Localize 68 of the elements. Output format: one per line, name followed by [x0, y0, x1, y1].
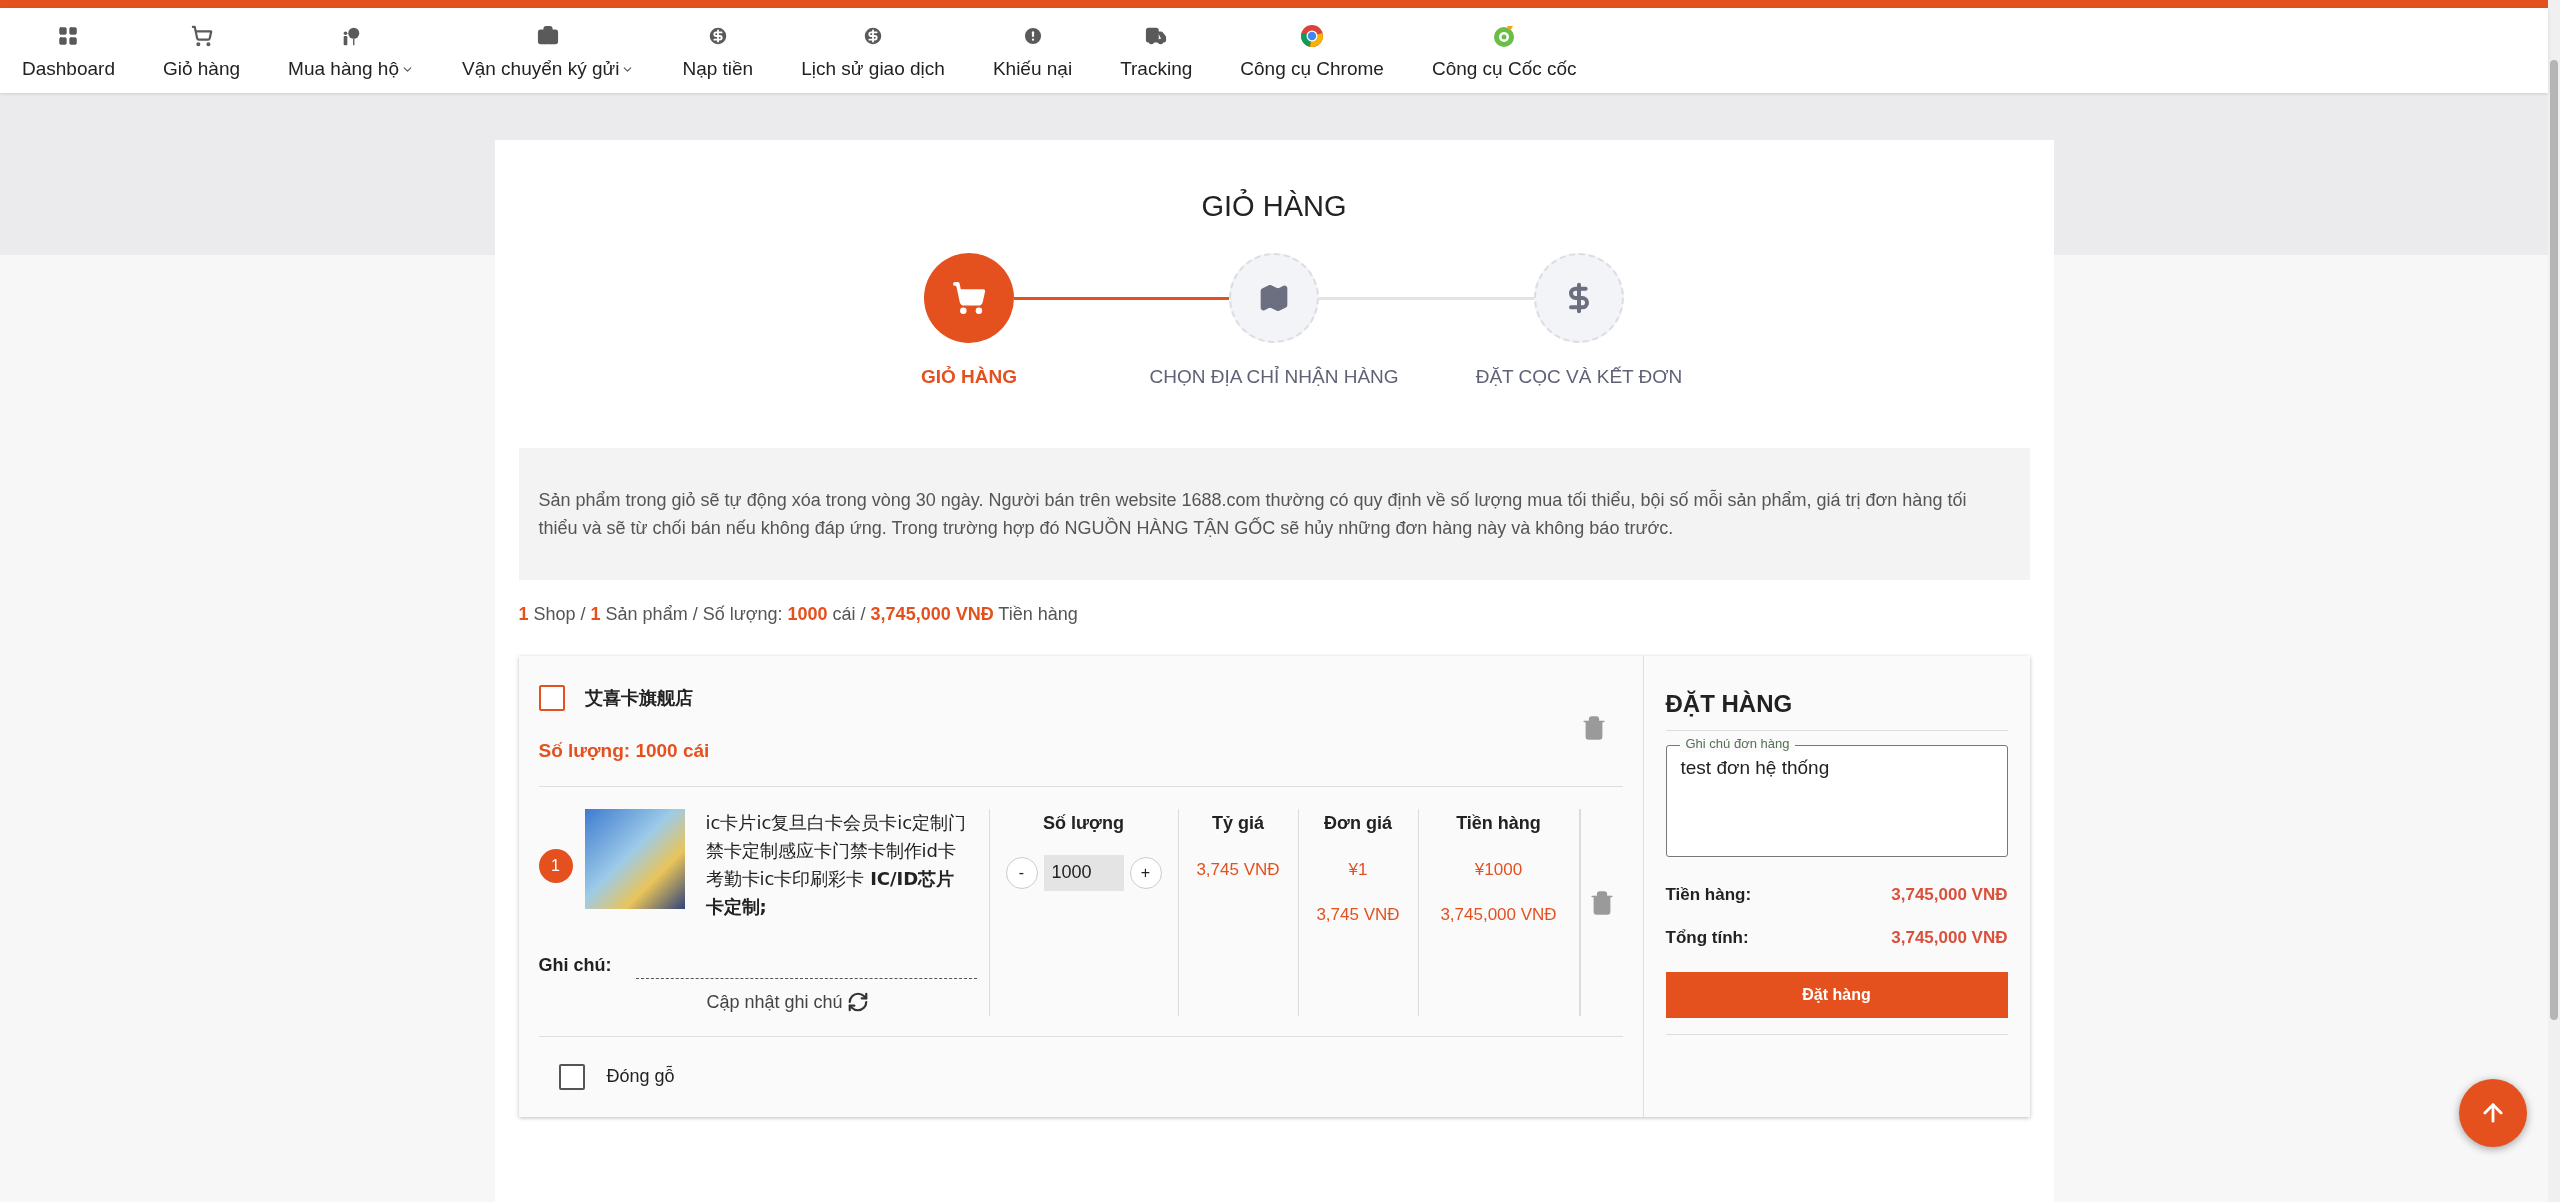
nav-label: Lịch sử giao dịch	[801, 57, 945, 81]
page-title: GIỎ HÀNG	[1200, 188, 1348, 224]
item-number-badge: 1	[538, 848, 573, 883]
cart-icon	[190, 25, 213, 47]
nav-label: Nạp tiền	[682, 57, 754, 81]
update-note-button[interactable]: Cập nhật ghi chú	[706, 988, 869, 1016]
wooden-crate-label: Đóng gỗ	[606, 1064, 675, 1088]
total-label: Tiền hàng:	[1665, 884, 1752, 906]
nav-item[interactable]: Dashboard	[22, 24, 139, 81]
price-value: ¥1000	[1474, 858, 1523, 881]
map-icon	[1258, 282, 1290, 314]
total-value: 3,745,000 VNĐ	[1891, 884, 2008, 906]
nav-item[interactable]: Giỏ hàng	[138, 24, 265, 81]
increase-button[interactable]: +	[1129, 856, 1162, 889]
step-label: ĐẶT CỌC VÀ KẾT ĐƠN	[1475, 365, 1683, 389]
price-value: 3,745 VNĐ	[1316, 904, 1400, 926]
place-order-button[interactable]: Đặt hàng	[1665, 972, 2008, 1018]
nav-label: Tracking	[1120, 57, 1193, 81]
nav-item[interactable]: Lịch sử giao dịch	[777, 24, 969, 81]
total-label: Tổng tính:	[1665, 926, 1749, 949]
field-label: Ghi chú đơn hàng	[1679, 736, 1796, 752]
column-header: Tỷ giá	[1212, 811, 1264, 835]
product-title: ic卡片ic复旦白卡会员卡ic定制门禁卡定制感应卡门禁卡制作id卡考勤卡ic卡印刷彩卡 IC/ID芯片卡定制;	[705, 810, 968, 919]
checkbox[interactable]	[538, 684, 565, 711]
column-header: Đơn giá	[1324, 811, 1392, 835]
price-value: 3,745 VNĐ	[1196, 858, 1280, 881]
total-value: 3,745,000 VNĐ	[1891, 926, 2008, 949]
price-value: ¥1	[1348, 858, 1368, 881]
browser-logo-icon	[1492, 24, 1517, 48]
decrease-button[interactable]: -	[1005, 856, 1038, 889]
refresh-icon	[846, 991, 869, 1013]
nav-label: Mua hàng hộ	[288, 57, 399, 81]
truck-icon	[1145, 25, 1168, 47]
nav-item[interactable]: Công cụ Cốc cốc	[1407, 24, 1601, 81]
step-label: CHỌN ĐỊA CHỈ NHẬN HÀNG	[1149, 365, 1399, 389]
note-label: Ghi chú:	[538, 953, 612, 977]
price-value: 3,745,000 VNĐ	[1440, 904, 1557, 926]
nav-label: Dashboard	[22, 57, 115, 81]
nav-item[interactable]: Nạp tiền	[658, 24, 778, 81]
scrollbar[interactable]	[2548, 0, 2560, 1202]
nav-item[interactable]: Công cụ Chrome	[1216, 24, 1408, 81]
delete-button[interactable]	[1588, 888, 1615, 917]
quantity-input[interactable]: 1000	[1043, 854, 1124, 891]
nav-item[interactable]: Khiếu nại	[968, 24, 1097, 81]
checkbox[interactable]	[558, 1063, 585, 1090]
nav-item[interactable]: Tracking	[1096, 24, 1217, 81]
dollar-icon	[706, 25, 729, 47]
notice-text: Sản phẩm trong giỏ sẽ tự động xóa trong vòng 30 ngày. Người bán trên website 1688.com thường có quy định về số lượng mua tối thiểu, bội số mỗi sản phẩm, giá trị đơn hàng tối thiểu và sẽ từ chối bán nếu không đáp ứng. Trong trường hợp đó NGUỒN HÀNG TẬN GỐC sẽ hủy những đơn hàng này và không báo trước.	[538, 488, 1968, 540]
briefcase-icon	[537, 25, 560, 47]
column-header: Số lượng	[1043, 811, 1124, 835]
cart-icon	[952, 281, 986, 315]
order-title: ĐẶT HÀNG	[1665, 686, 2008, 731]
nav-item[interactable]: Mua hàng hộ	[264, 24, 438, 81]
nav-label: Công cụ Cốc cốc	[1431, 57, 1577, 81]
cart-summary: 1 Shop / 1 Sản phẩm / Số lượng: 1000 cái / 3,745,000 VNĐ Tiền hàng	[518, 603, 1079, 626]
step-label: GIỎ HÀNG	[920, 365, 1018, 389]
nav-item[interactable]: Vận chuyển ký gửi	[438, 24, 659, 81]
column-header: Tiền hàng	[1456, 811, 1541, 835]
shop-name: 艾喜卡旗舰店	[584, 686, 693, 710]
dollar-icon	[862, 25, 885, 47]
shop-quantity: Số lượng: 1000 cái	[538, 739, 711, 763]
nav-label: Công cụ Chrome	[1240, 57, 1384, 81]
browser-logo-icon	[1300, 24, 1325, 48]
nav-label: Vận chuyển ký gửi	[462, 57, 620, 81]
nav-label: Giỏ hàng	[162, 57, 241, 81]
nav-label: Khiếu nại	[992, 57, 1073, 81]
dashboard-icon	[57, 25, 80, 47]
delete-button[interactable]	[1580, 714, 1607, 742]
